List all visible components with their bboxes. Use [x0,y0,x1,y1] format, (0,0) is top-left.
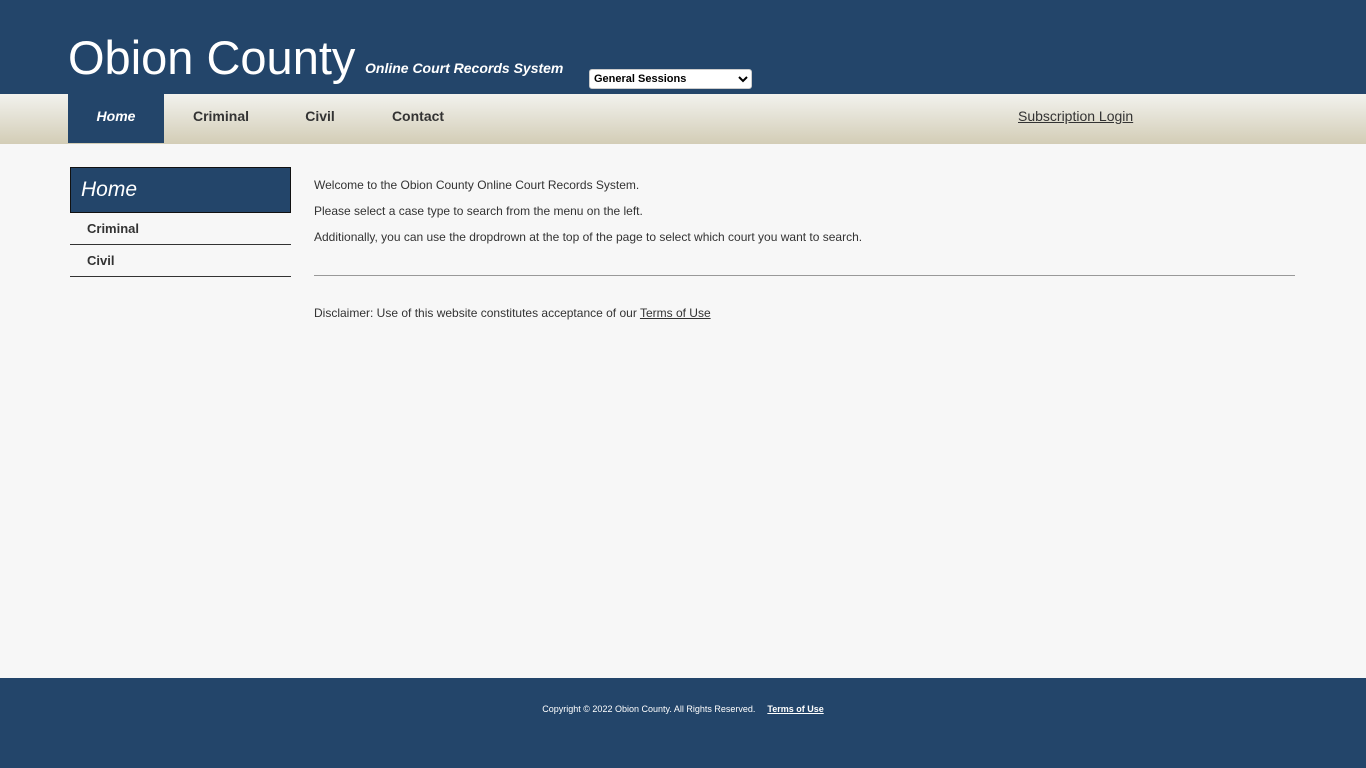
main-content: Welcome to the Obion County Online Court… [314,178,862,256]
site-subtitle: Online Court Records System [365,60,564,76]
copyright-text: Copyright © 2022 Obion County. All Right… [542,704,756,714]
disclaimer-text: Disclaimer: Use of this website constitu… [314,306,640,320]
sidebar: Home Criminal Civil [70,167,291,277]
sidebar-item-criminal[interactable]: Criminal [70,213,291,245]
site-title: Obion County [68,31,356,84]
nav-civil[interactable]: Civil [290,94,350,143]
divider [314,275,1295,276]
subscription-login-link[interactable]: Subscription Login [1018,108,1133,124]
header: Obion County Online Court Records System… [0,0,1366,94]
footer: Copyright © 2022 Obion County. All Right… [0,678,1366,768]
court-select[interactable]: General Sessions [589,69,752,89]
sidebar-item-civil[interactable]: Civil [70,245,291,277]
instruction-text: Please select a case type to search from… [314,204,643,218]
nav-bar: Home Criminal Civil Contact [0,94,1366,144]
disclaimer: Disclaimer: Use of this website constitu… [314,306,711,320]
nav-contact[interactable]: Contact [380,94,456,143]
nav-criminal[interactable]: Criminal [176,94,266,143]
sidebar-heading: Home [70,167,291,213]
dropdown-hint-text: Additionally, you can use the dropdrown … [314,230,863,244]
footer-terms-link[interactable]: Terms of Use [767,704,823,714]
nav-home[interactable]: Home [68,94,164,143]
welcome-text: Welcome to the Obion County Online Court… [314,178,640,192]
terms-of-use-link[interactable]: Terms of Use [640,306,711,320]
